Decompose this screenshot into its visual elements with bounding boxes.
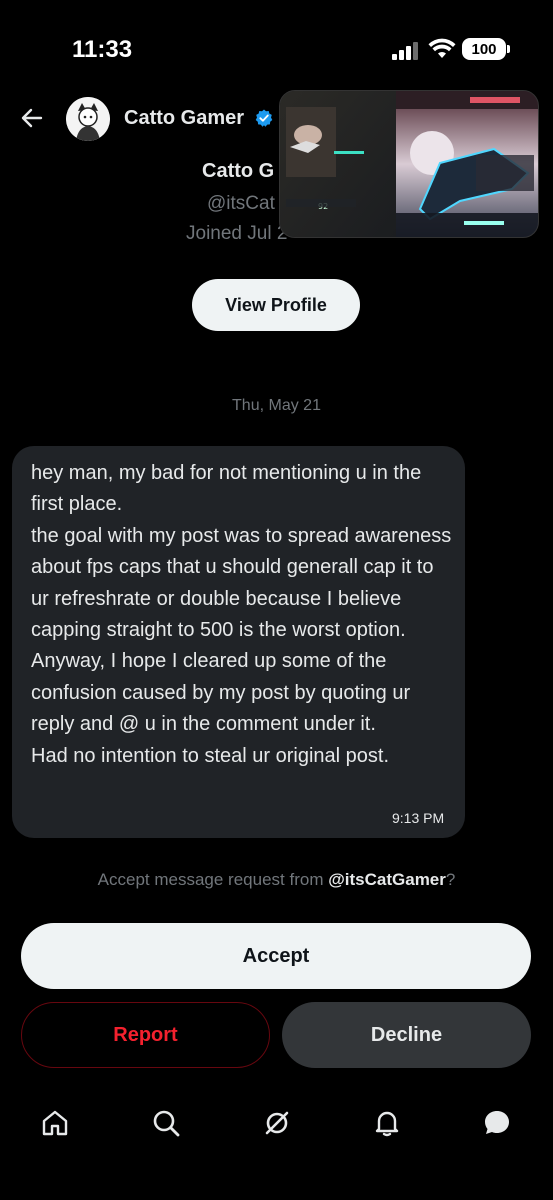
battery-icon: 100 <box>462 38 506 60</box>
signal-icon <box>392 42 418 60</box>
pip-video-player[interactable]: 92 <box>279 90 539 238</box>
profile-name: Catto G <box>202 160 275 182</box>
verified-badge-icon <box>255 109 273 127</box>
request-suffix: ? <box>445 870 456 889</box>
profile-joined-date: Joined Jul 2 <box>186 223 288 244</box>
header-display-name[interactable]: Catto Gamer <box>124 107 244 130</box>
request-handle[interactable]: @itsCatGamer <box>328 870 446 889</box>
message-text: hey man, my bad for not mentioning u in … <box>31 462 452 767</box>
battery-level: 100 <box>471 40 497 58</box>
avatar-illustration <box>66 97 110 141</box>
message-request-prompt: Accept message request from @itsCatGamer… <box>0 870 553 890</box>
report-button[interactable]: Report <box>21 1002 270 1068</box>
search-icon[interactable] <box>151 1108 181 1138</box>
messages-icon[interactable] <box>482 1108 512 1138</box>
grok-icon[interactable] <box>262 1108 292 1138</box>
profile-handle: @itsCat <box>207 193 275 214</box>
notifications-icon[interactable] <box>372 1108 402 1138</box>
decline-button[interactable]: Decline <box>282 1002 531 1068</box>
message-time: 9:13 PM <box>392 810 445 826</box>
accept-button[interactable]: Accept <box>21 923 531 989</box>
request-prefix: Accept message request from <box>97 870 329 889</box>
wifi-icon <box>428 38 456 58</box>
back-arrow-icon[interactable] <box>20 106 44 130</box>
conversation-date: Thu, May 21 <box>232 397 321 414</box>
home-icon[interactable] <box>40 1108 70 1138</box>
status-time: 11:33 <box>72 36 133 63</box>
view-profile-button[interactable]: View Profile <box>192 279 360 331</box>
game-video-frame: 92 <box>280 91 538 237</box>
avatar[interactable] <box>66 97 110 141</box>
battery-nub <box>507 45 510 53</box>
